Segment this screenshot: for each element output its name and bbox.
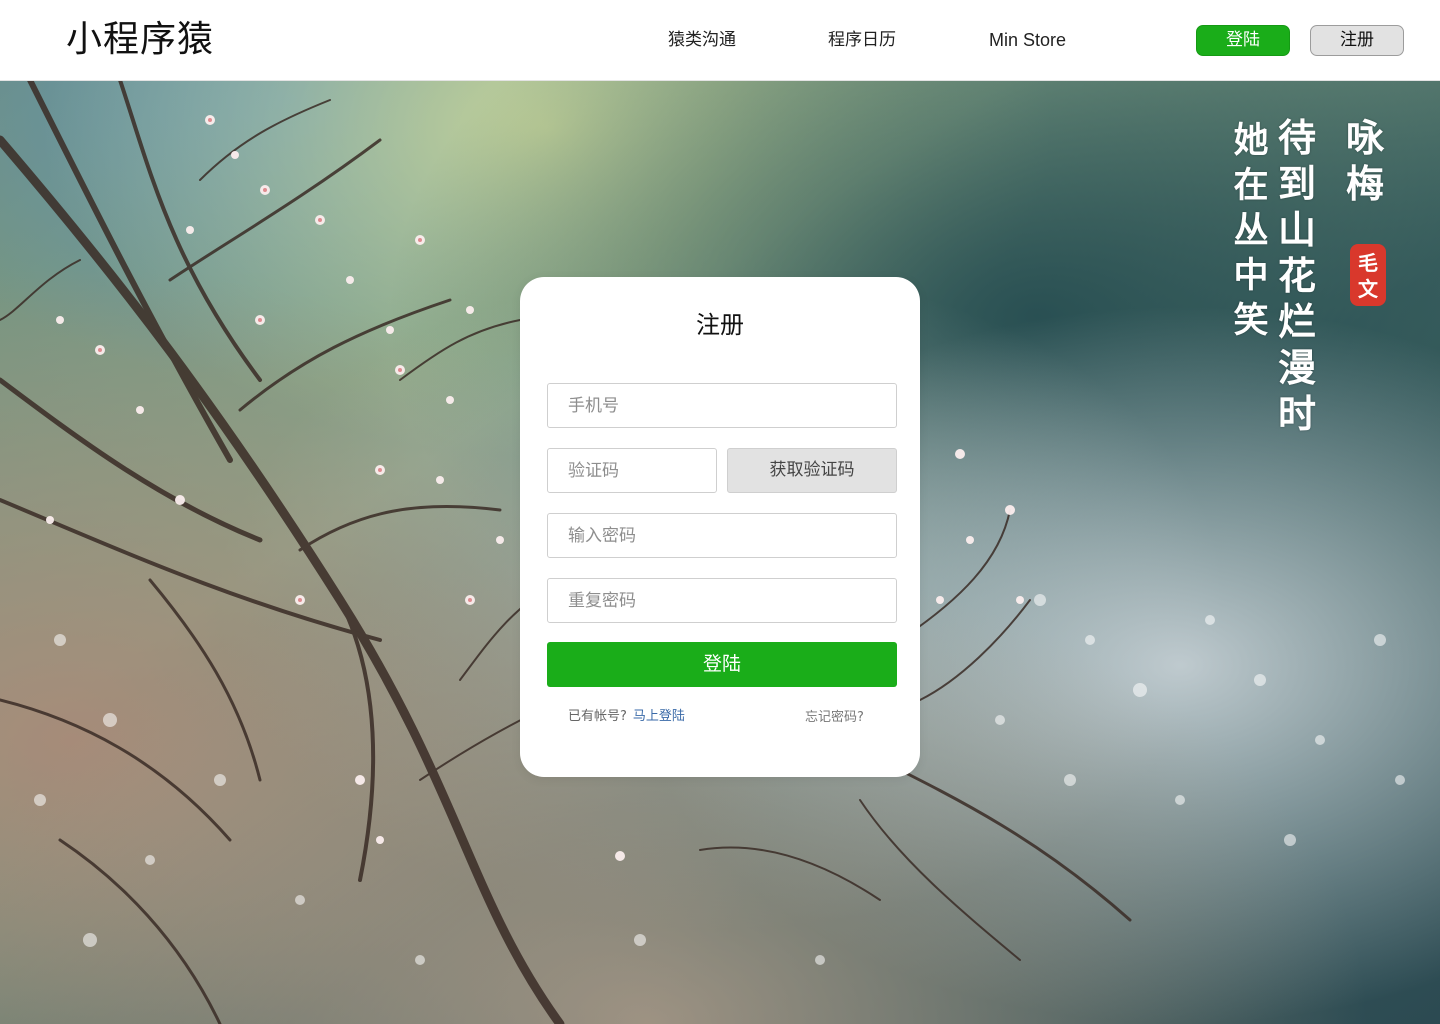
poem-line-1: 待到山花烂漫时	[1277, 115, 1316, 436]
login-now-link[interactable]: 马上登陆	[633, 709, 685, 724]
poem-line-2: 她在丛中笑	[1233, 120, 1269, 341]
get-verification-code-button[interactable]: 获取验证码	[727, 448, 897, 493]
nav-link-min-store[interactable]: Min Store	[989, 28, 1066, 52]
svg-text:文: 文	[1358, 277, 1379, 301]
submit-button[interactable]: 登陆	[547, 642, 897, 687]
login-prompt: 已有帐号? 马上登陆	[568, 708, 685, 726]
poem-title: 咏梅	[1345, 115, 1384, 206]
has-account-text: 已有帐号?	[568, 709, 627, 724]
red-seal-icon: 毛 文	[1350, 244, 1386, 306]
phone-input[interactable]	[547, 383, 897, 428]
site-logo[interactable]: 小程序猿	[66, 18, 214, 62]
verification-code-input[interactable]	[547, 448, 717, 493]
header-login-button[interactable]: 登陆	[1196, 25, 1290, 56]
forgot-password-link[interactable]: 忘记密码?	[805, 709, 864, 727]
header-register-button[interactable]: 注册	[1310, 25, 1404, 56]
repeat-password-input[interactable]	[547, 578, 897, 623]
register-title: 注册	[696, 311, 744, 339]
password-input[interactable]	[547, 513, 897, 558]
nav-link-program-calendar[interactable]: 程序日历	[828, 28, 896, 52]
nav-link-ape-communication[interactable]: 猿类沟通	[668, 28, 736, 52]
svg-text:毛: 毛	[1358, 251, 1378, 275]
register-card: 注册 获取验证码 登陆 已有帐号? 马上登陆 忘记密码?	[520, 277, 920, 777]
top-navbar: 小程序猿 猿类沟通 程序日历 Min Store 登陆 注册	[0, 0, 1440, 81]
